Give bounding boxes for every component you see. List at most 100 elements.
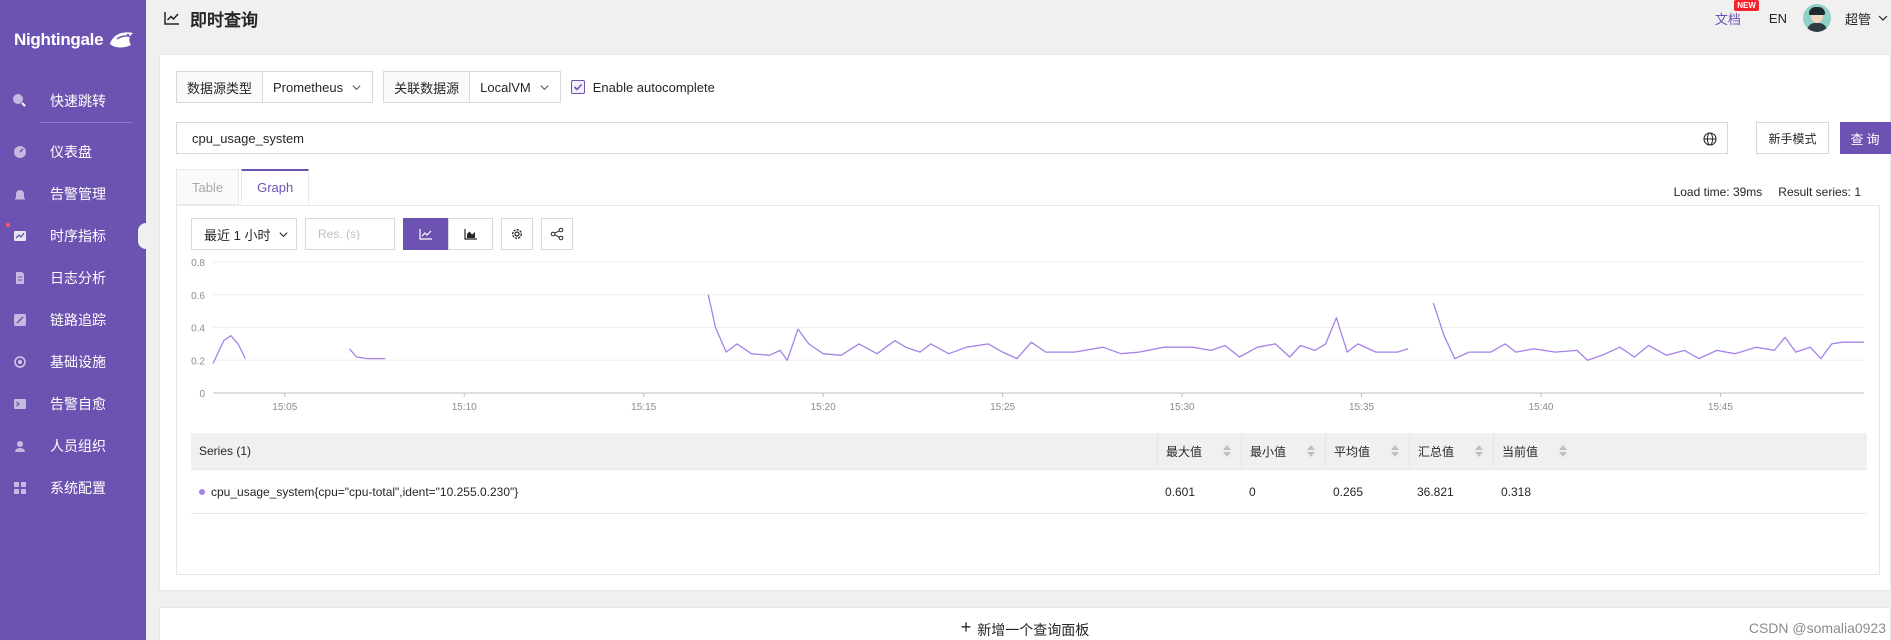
cell-max: 0.601	[1157, 485, 1241, 499]
column-header-label: 当前值	[1502, 444, 1539, 459]
gear-icon	[512, 229, 522, 239]
column-header-label: 汇总值	[1418, 444, 1455, 459]
plus-icon: +	[960, 617, 972, 637]
chevron-down-icon[interactable]	[1877, 12, 1889, 24]
avatar[interactable]	[1802, 4, 1831, 32]
cell-avg: 0.265	[1325, 485, 1409, 499]
series-color-dot	[199, 489, 205, 496]
cell-value: 36.821	[1417, 484, 1454, 499]
column-header[interactable]: 最小值	[1241, 432, 1325, 470]
table-row[interactable]: cpu_usage_system{cpu="cpu-total",ident="…	[191, 470, 1867, 514]
x-tick-label: 15:30	[1170, 402, 1195, 413]
datasource-value: LocalVM	[480, 79, 531, 95]
bird-logo-icon	[110, 32, 134, 48]
column-header-label: 最大值	[1166, 444, 1203, 459]
promql-input[interactable]: cpu_usage_system	[176, 122, 1728, 154]
sidebar-item-7[interactable]: 告警自愈	[0, 383, 146, 425]
column-header[interactable]: 最大值	[1157, 432, 1241, 470]
time-range-value: 最近 1 小时	[204, 227, 271, 243]
docs-label: 文档	[1714, 11, 1741, 27]
tab-table[interactable]: Table	[176, 169, 240, 205]
series-line	[212, 335, 246, 364]
brand-name: Nightingale	[14, 30, 104, 49]
cell-series: cpu_usage_system{cpu="cpu-total",ident="…	[191, 485, 1157, 499]
globe-icon[interactable]	[1703, 132, 1717, 146]
sidebar-item-label: 告警管理	[50, 186, 106, 202]
datasource-label: 关联数据源	[383, 71, 471, 103]
sidebar-item-label: 日志分析	[50, 270, 106, 286]
column-header-label: 最小值	[1250, 444, 1287, 459]
cell-current: 0.318	[1493, 485, 1577, 499]
sidebar-item-1[interactable]: 仪表盘	[0, 131, 146, 173]
sidebar-item-label: 基础设施	[50, 354, 106, 370]
menu-divider	[40, 122, 132, 123]
user-name[interactable]: 超管	[1845, 9, 1871, 28]
beginner-mode-button[interactable]: 新手模式	[1756, 122, 1829, 154]
user-icon	[12, 438, 28, 454]
autocomplete-label: Enable autocomplete	[592, 79, 715, 95]
column-header[interactable]: 汇总值	[1409, 432, 1493, 470]
x-tick-label: 15:15	[631, 402, 656, 413]
settings-button[interactable]	[501, 218, 533, 250]
y-tick-label: 0	[199, 389, 205, 400]
cell-value: 0.318	[1501, 484, 1532, 499]
timeseries-chart: 0 0.2 0.4 0.6 0.8 15:05 15:10 15:15 15:20 15:25 15…	[191, 258, 1864, 413]
sidebar-item-6[interactable]: 基础设施	[0, 341, 146, 383]
column-header[interactable]: 当前值	[1493, 432, 1577, 470]
metric-chart-icon	[12, 228, 28, 244]
sidebar-item-label: 系统配置	[50, 480, 106, 496]
terminal-icon	[12, 396, 28, 412]
column-header[interactable]: 平均值	[1325, 432, 1409, 470]
docs-link[interactable]: 文档 NEW	[1714, 0, 1759, 28]
sidebar-item-2[interactable]: 告警管理	[0, 173, 146, 215]
sidebar-item-label: 时序指标	[50, 228, 106, 244]
infra-icon	[12, 354, 28, 370]
cell-min: 0	[1241, 485, 1325, 499]
brand-logo[interactable]: Nightingale	[0, 0, 146, 80]
column-header-label: Series (1)	[199, 444, 252, 458]
x-tick-label: 15:35	[1349, 402, 1374, 413]
time-range-select[interactable]: 最近 1 小时	[191, 218, 297, 250]
graph-toolbar: 最近 1 小时 Res. (s)	[191, 218, 573, 250]
autocomplete-checkbox[interactable]: Enable autocomplete	[570, 79, 715, 95]
cell-value: 0.265	[1333, 484, 1364, 499]
chevron-down-icon	[540, 84, 549, 90]
language-switch[interactable]: EN	[1769, 11, 1787, 26]
datasource-type-label: 数据源类型	[176, 71, 264, 103]
resolution-input[interactable]: Res. (s)	[305, 218, 395, 250]
sidebar-item-label: 仪表盘	[50, 144, 92, 160]
top-header: 即时查询 文档 NEW EN 超管	[146, 0, 1891, 36]
line-chart-icon	[418, 229, 432, 240]
x-tick-label: 15:45	[1708, 402, 1733, 413]
datasource-select[interactable]: LocalVM	[470, 71, 561, 103]
x-tick-label: 15:05	[272, 402, 297, 413]
result-tabs: Table Graph	[176, 169, 310, 205]
add-query-panel-button[interactable]: + 新增一个查询面板	[159, 607, 1891, 640]
page-title: 即时查询	[164, 6, 258, 31]
sidebar-item-9[interactable]: 系统配置	[0, 467, 146, 509]
quick-jump-item[interactable]: 快速跳转	[0, 80, 146, 122]
page-title-text: 即时查询	[190, 10, 258, 30]
log-file-icon	[12, 270, 28, 286]
sidebar-item-3[interactable]: 时序指标	[0, 215, 154, 257]
sidebar-item-4[interactable]: 日志分析	[0, 257, 146, 299]
tab-graph[interactable]: Graph	[241, 169, 310, 205]
sidebar-item-5[interactable]: 链路追踪	[0, 299, 146, 341]
x-tick-label: 15:20	[811, 402, 836, 413]
line-chart-button[interactable]	[403, 218, 448, 250]
query-button[interactable]: 查询	[1840, 122, 1891, 154]
x-tick-label: 15:10	[452, 402, 477, 413]
share-button[interactable]	[541, 218, 573, 250]
cell-value: cpu_usage_system{cpu="cpu-total",ident="…	[211, 484, 519, 499]
table-header: Series (1) 最大值 最小值 平均值 汇总值 当前值	[191, 432, 1867, 470]
header-actions: 文档 NEW EN 超管	[1715, 0, 1891, 36]
dashboard-icon	[12, 144, 28, 160]
series-line	[1432, 302, 1864, 361]
add-query-panel-label: 新增一个查询面板	[977, 622, 1090, 638]
area-chart-button[interactable]	[448, 218, 493, 250]
datasource-type-select[interactable]: Prometheus	[263, 71, 374, 103]
sidebar-item-8[interactable]: 人员组织	[0, 425, 146, 467]
y-tick-label: 0.6	[191, 291, 205, 302]
quick-jump-label: 快速跳转	[50, 93, 106, 109]
new-badge: NEW	[1734, 0, 1759, 11]
